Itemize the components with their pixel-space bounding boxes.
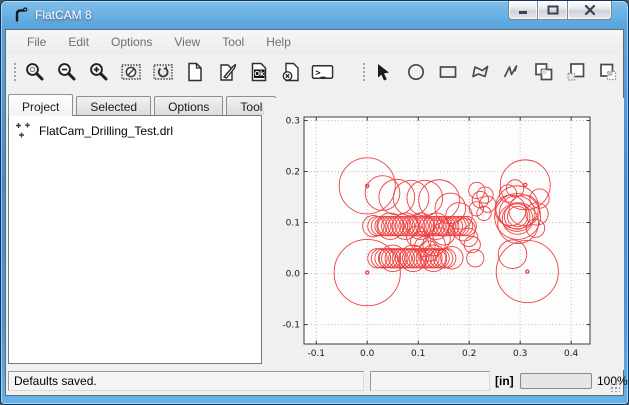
window-controls — [508, 1, 612, 20]
minimize-button[interactable] — [508, 1, 538, 20]
menu-view[interactable]: View — [163, 31, 211, 53]
flatcam-logo-icon — [12, 6, 29, 23]
menu-tool[interactable]: Tool — [211, 31, 255, 53]
delete-object-icon[interactable] — [278, 60, 303, 85]
replot-icon[interactable] — [150, 60, 175, 85]
svg-text:-0.1: -0.1 — [282, 321, 300, 331]
ok-icon-text: Ok — [254, 69, 265, 78]
app-window: FlatCAM 8 File Edit Options View Tool He… — [0, 0, 629, 405]
status-message: Defaults saved. — [14, 374, 97, 388]
svg-text:0.3: 0.3 — [286, 117, 300, 127]
intersect-icon[interactable] — [595, 60, 620, 85]
zoom-fit-icon[interactable] — [22, 60, 47, 85]
draw-polygon-icon[interactable] — [467, 60, 492, 85]
menu-bar: File Edit Options View Tool Help — [6, 30, 623, 54]
ok-icon[interactable]: Ok — [246, 60, 271, 85]
progress-bar — [520, 373, 592, 389]
client-area: File Edit Options View Tool Help — [5, 29, 624, 396]
zoom-in-icon[interactable] — [86, 60, 111, 85]
draw-polyline-icon[interactable] — [499, 60, 524, 85]
tab-options[interactable]: Options — [154, 96, 223, 115]
menu-options[interactable]: Options — [100, 31, 163, 53]
tree-item-drill-file[interactable]: FlatCam_Drilling_Test.drl — [9, 116, 261, 141]
new-project-icon[interactable] — [182, 60, 207, 85]
close-button[interactable] — [568, 1, 612, 20]
shell-icon[interactable]: >_ — [310, 60, 335, 85]
svg-text:0.2: 0.2 — [462, 349, 476, 359]
svg-text:0.3: 0.3 — [513, 349, 527, 359]
status-bar: Defaults saved. [in] 100% — [6, 368, 623, 395]
open-edit-icon[interactable] — [214, 60, 239, 85]
select-arrow-icon[interactable] — [371, 60, 396, 85]
toolbar-drag-handle-2[interactable] — [361, 61, 366, 83]
menu-help[interactable]: Help — [255, 31, 302, 53]
svg-text:0.0: 0.0 — [360, 349, 375, 359]
draw-rectangle-icon[interactable] — [435, 60, 460, 85]
toolbar-group-geometry — [371, 60, 620, 85]
svg-text:0.1: 0.1 — [286, 219, 300, 229]
draw-circle-icon[interactable] — [403, 60, 428, 85]
plot-panel[interactable]: -0.1 0.0 0.1 0.2 0.3 0.4 -0.1 0.0 0.1 0.2 0.3 — [264, 98, 624, 370]
status-message-box: Defaults saved. — [8, 371, 364, 391]
svg-text:0.4: 0.4 — [564, 349, 579, 359]
svg-text:0.2: 0.2 — [286, 168, 300, 178]
drill-marks-icon — [15, 122, 32, 139]
menu-file[interactable]: File — [16, 31, 57, 53]
tree-item-label: FlatCam_Drilling_Test.drl — [39, 124, 173, 138]
shell-icon-text: >_ — [315, 68, 326, 78]
clear-plot-icon[interactable] — [118, 60, 143, 85]
plot-svg: -0.1 0.0 0.1 0.2 0.3 0.4 -0.1 0.0 0.1 0.2 0.3 — [264, 98, 624, 370]
svg-text:0.1: 0.1 — [411, 349, 425, 359]
svg-text:0.0: 0.0 — [286, 270, 301, 280]
toolbar-group-plot: Ok >_ — [22, 60, 335, 85]
units-indicator: [in] — [495, 374, 514, 388]
subtract-icon[interactable] — [563, 60, 588, 85]
title-bar[interactable]: FlatCAM 8 — [1, 1, 628, 29]
window-title: FlatCAM 8 — [35, 8, 92, 22]
resize-grip-icon[interactable] — [610, 382, 620, 392]
tab-bar: Project Selected Options Tool — [8, 93, 279, 115]
status-aux-box — [370, 371, 490, 391]
toolbar-drag-handle[interactable] — [12, 61, 17, 83]
tab-selected[interactable]: Selected — [76, 96, 151, 115]
zoom-out-icon[interactable] — [54, 60, 79, 85]
menu-edit[interactable]: Edit — [57, 31, 100, 53]
tab-project[interactable]: Project — [8, 94, 73, 116]
toolbar: Ok >_ — [6, 54, 623, 90]
maximize-button[interactable] — [538, 1, 568, 20]
svg-text:-0.1: -0.1 — [307, 349, 325, 359]
union-icon[interactable] — [531, 60, 556, 85]
project-tree-panel[interactable]: FlatCam_Drilling_Test.drl — [8, 115, 262, 364]
